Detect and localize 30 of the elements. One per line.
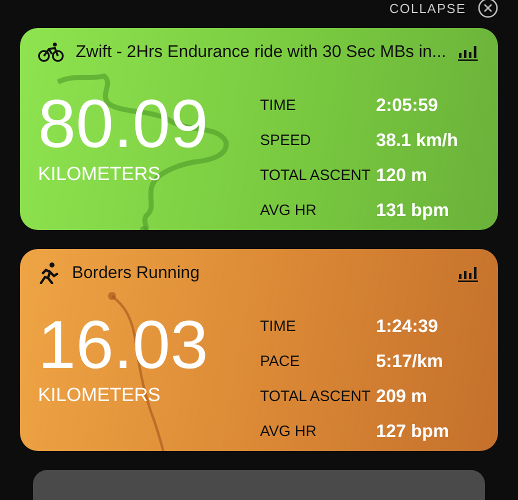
stat-label: TIME [260, 317, 297, 338]
close-icon[interactable] [478, 0, 498, 18]
bar-chart-icon[interactable] [458, 43, 478, 62]
stat-value: 38.1 km/h [376, 129, 458, 152]
bar-chart-icon[interactable] [458, 264, 478, 282]
stat-label: TOTAL ASCENT [260, 166, 372, 186]
stat-value: 209 m [376, 385, 428, 408]
distance-unit: KILOMETERS [38, 164, 162, 186]
stat-label: PACE [260, 352, 301, 372]
collapse-label[interactable]: COLLAPSE [389, 1, 466, 16]
stat-label: TOTAL ASCENT [260, 387, 372, 408]
stat-value: 2:05:59 [376, 94, 440, 118]
stat-label: SPEED [260, 131, 312, 152]
activity-card[interactable]: Zwift - 2Hrs Endurance ride with 30 Sec MBs in... 80.09 KILOMETERS TIME 2:05:59 SPEED 38.1 km/h TOTAL ASCENT 120 m AVG HR 131 bpm [20, 28, 498, 230]
cyclist-icon [38, 42, 64, 62]
stat-value: 131 bpm [376, 199, 450, 222]
stat-value: 5:17/km [376, 350, 444, 374]
stat-value: 120 m [376, 164, 428, 188]
stat-value: 1:24:39 [376, 315, 440, 338]
distance-value: 16.03 [38, 309, 210, 382]
stat-value: 127 bpm [376, 420, 450, 444]
distance-unit: KILOMETERS [38, 385, 162, 408]
activity-title: Borders Running [72, 263, 201, 284]
distance-value: 80.09 [38, 88, 210, 160]
stat-label: TIME [260, 96, 297, 116]
stat-label: AVG HR [260, 201, 318, 222]
stat-label: AVG HR [260, 422, 318, 442]
activity-title: Zwift - 2Hrs Endurance ride with 30 Sec MBs in... [76, 42, 446, 62]
activity-card[interactable]: Borders Running 16.03 KILOMETERS TIME 1:24:39 PACE 5:17/km TOTAL ASCENT 209 m AVG HR 127 bpm [20, 249, 498, 452]
runner-icon [38, 262, 60, 284]
